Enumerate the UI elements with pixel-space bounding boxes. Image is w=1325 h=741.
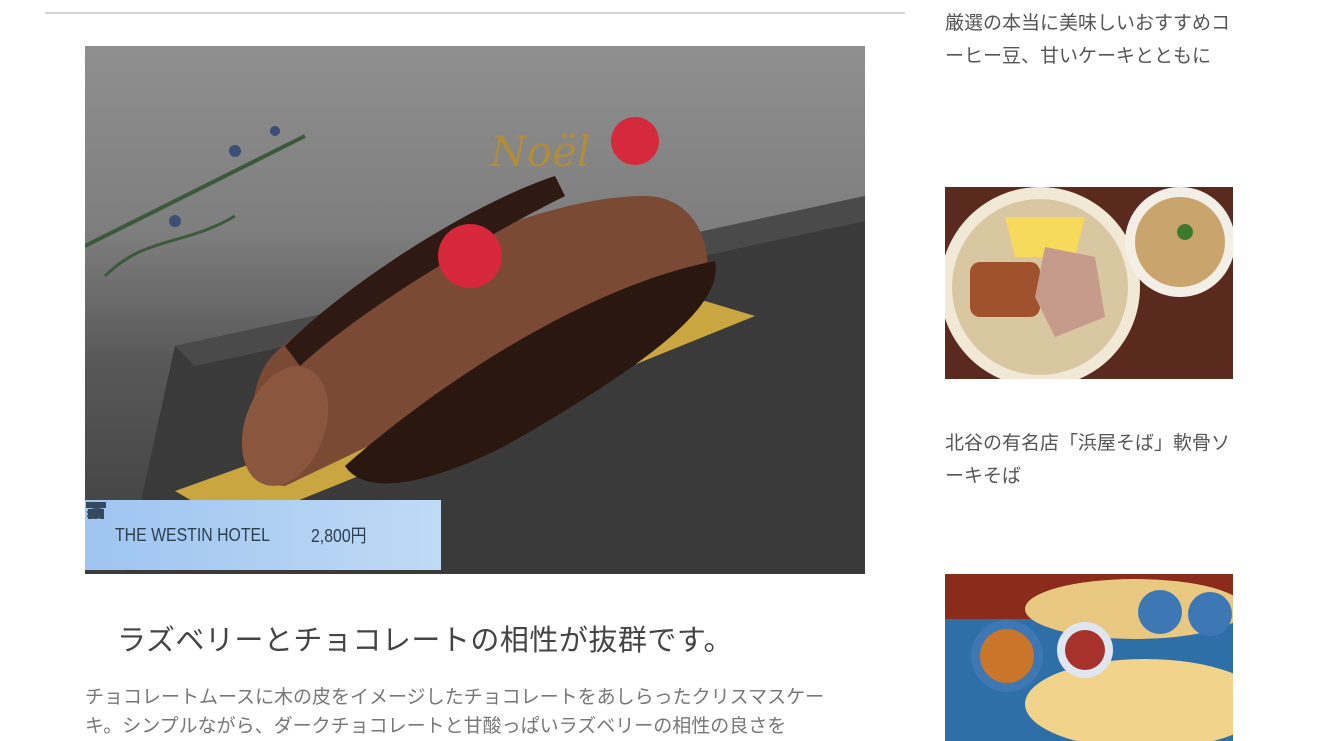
article-hero-image[interactable]: Noël THE WESTIN HOTEL 2,800円 xyxy=(85,46,865,574)
sidebar-item-curry-image[interactable] xyxy=(945,574,1233,741)
soba-photo xyxy=(945,187,1233,379)
hotel-name: THE WESTIN HOTEL xyxy=(115,524,270,545)
top-divider xyxy=(45,12,905,14)
sidebar-item-coffee-title[interactable]: 厳選の本当に美味しいおすすめコーヒー豆、甘いケーキとともに xyxy=(945,7,1235,73)
noel-decoration-label: Noël xyxy=(489,127,590,176)
article-body: チョコレートムースに木の皮をイメージしたチョコレートをあしらったクリスマスケーキ… xyxy=(85,686,825,737)
coins-icon xyxy=(87,503,105,519)
article-headline: ラズベリーとチョコレートの相性が抜群です。 xyxy=(117,623,734,657)
price-value: 2,800円 xyxy=(311,526,367,546)
sidebar-item-soba-image[interactable] xyxy=(945,187,1233,379)
price-info-band: THE WESTIN HOTEL 2,800円 xyxy=(85,500,441,570)
cake-photo: Noël xyxy=(85,117,865,574)
sidebar-item-soba-title[interactable]: 北谷の有名店「浜屋そば」軟骨ソーキそば xyxy=(945,427,1235,493)
curry-photo xyxy=(945,574,1233,741)
